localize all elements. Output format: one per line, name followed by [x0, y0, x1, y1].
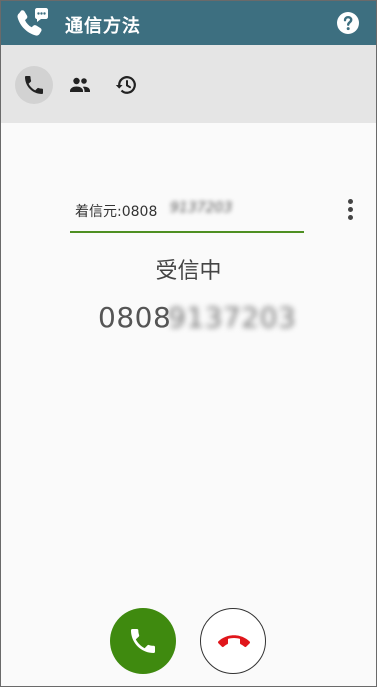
call-status: 受信中 — [155, 259, 222, 284]
tab-history[interactable] — [107, 66, 145, 104]
title-bar: 通信方法 — [1, 1, 376, 45]
contacts-icon — [70, 77, 90, 92]
history-icon — [115, 76, 136, 94]
phone-window: 通信方法 着信元:0808 9137203 受信中 0808 9137203 — [0, 0, 377, 687]
toolbar — [1, 45, 376, 123]
app-title: 通信方法 — [65, 16, 141, 37]
caller-number-obscured: 9137203 — [168, 301, 297, 334]
caller-id-obscured: 9137203 — [170, 200, 233, 216]
answer-phone-icon — [131, 629, 155, 653]
help-icon[interactable] — [336, 11, 360, 35]
call-panel: 着信元:0808 9137203 受信中 0808 9137203 — [1, 123, 376, 686]
answer-call-button[interactable] — [110, 608, 176, 674]
tab-phone[interactable] — [15, 66, 53, 104]
more-options-icon[interactable] — [341, 197, 359, 225]
caller-id-field: 着信元:0808 9137203 — [70, 195, 304, 233]
phone-icon — [25, 76, 43, 94]
caller-id-label: 着信元:0808 — [75, 204, 158, 220]
tab-contacts[interactable] — [61, 66, 99, 104]
app-phone-chat-icon — [17, 8, 48, 36]
hang-up-button[interactable] — [200, 608, 266, 674]
hang-up-icon — [218, 635, 250, 648]
caller-number: 0808 — [98, 301, 172, 334]
